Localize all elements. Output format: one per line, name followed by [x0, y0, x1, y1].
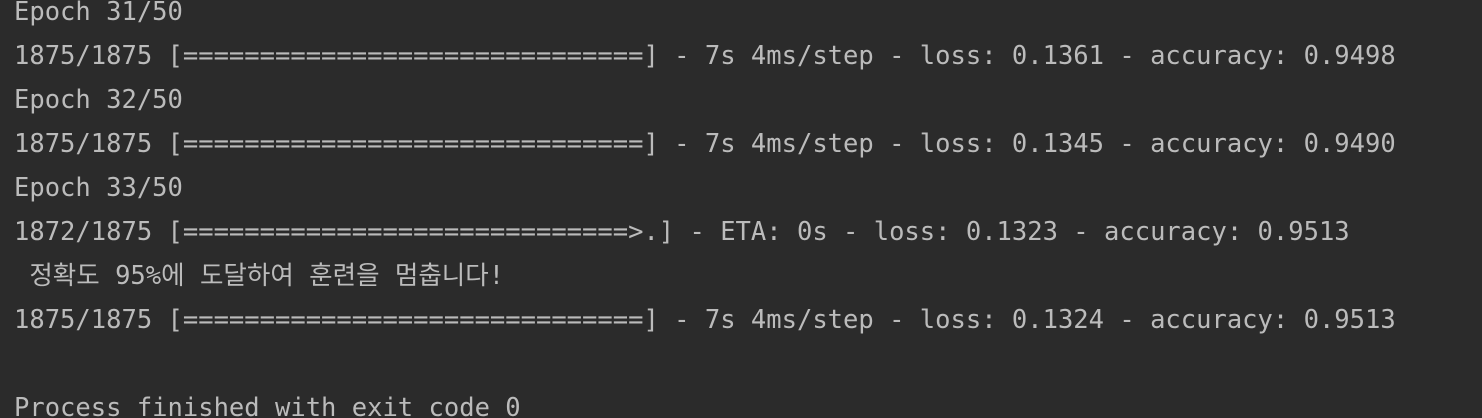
console-line-epoch-31: Epoch 31/50	[14, 0, 183, 27]
console-line-progress-epoch-32: 1875/1875 [=============================…	[14, 129, 1396, 159]
console-line-progress-epoch-33-eta: 1872/1875 [=============================…	[14, 217, 1350, 247]
console-line-progress-epoch-31: 1875/1875 [=============================…	[14, 41, 1396, 71]
console-line-epoch-32: Epoch 32/50	[14, 85, 183, 115]
console-line-progress-epoch-33-final: 1875/1875 [=============================…	[14, 305, 1396, 335]
console-line-epoch-33: Epoch 33/50	[14, 173, 183, 203]
run-console-output[interactable]: Epoch 31/50 1875/1875 [=================…	[0, 0, 1482, 418]
console-line-process-finished: Process finished with exit code 0	[14, 393, 521, 418]
console-line-stop-message: 정확도 95%에 도달하여 훈련을 멈춥니다!	[14, 261, 505, 291]
